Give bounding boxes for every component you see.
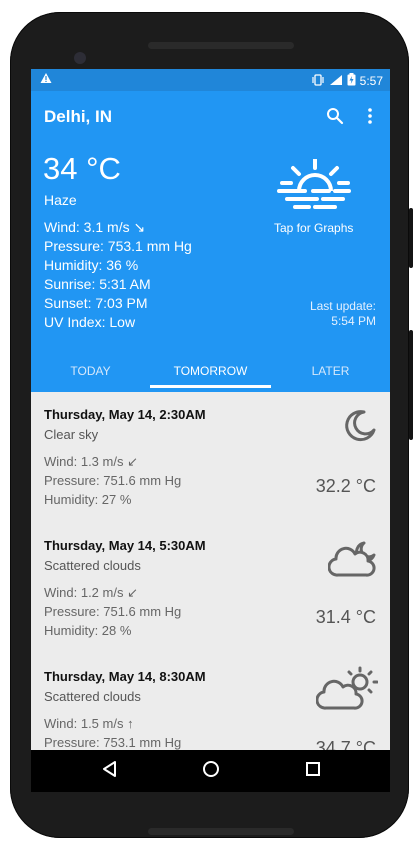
sunset-text: Sunset: 7:03 PM bbox=[44, 295, 148, 311]
current-weather-header[interactable]: Delhi, IN 34 °C Haze Wind: 3.1 m/s ↘ Pre… bbox=[31, 91, 390, 392]
forecast-info: Wind: 1.2 m/s ↙ Pressure: 751.6 mm Hg Hu… bbox=[44, 583, 181, 640]
wind-text: Wind: 3.1 m/s ↘ bbox=[44, 219, 146, 235]
forecast-condition: Scattered clouds bbox=[44, 558, 141, 573]
power-button bbox=[409, 330, 413, 440]
last-update: Last update: 5:54 PM bbox=[310, 299, 376, 329]
forecast-pressure: Pressure: 751.6 mm Hg bbox=[44, 604, 182, 619]
status-bar: 5:57 bbox=[31, 69, 390, 91]
current-temperature: 34 °C bbox=[43, 151, 121, 186]
city-title: Delhi, IN bbox=[44, 107, 113, 126]
forecast-condition: Scattered clouds bbox=[44, 689, 141, 704]
warning-triangle-icon bbox=[40, 72, 52, 87]
sunrise-text: Sunrise: 5:31 AM bbox=[44, 276, 151, 292]
cloud-moon-icon bbox=[327, 539, 378, 584]
last-update-time: 5:54 PM bbox=[331, 314, 376, 328]
forecast-pressure: Pressure: 751.6 mm Hg bbox=[44, 473, 182, 488]
forecast-title: Thursday, May 14, 5:30AM bbox=[44, 538, 206, 553]
tap-for-graphs-label[interactable]: Tap for Graphs bbox=[274, 221, 353, 235]
tab-today[interactable]: TODAY bbox=[31, 350, 150, 392]
system-nav-bar bbox=[31, 750, 390, 792]
tab-later[interactable]: LATER bbox=[271, 350, 390, 392]
status-time: 5:57 bbox=[359, 74, 383, 88]
moon-icon bbox=[342, 408, 378, 449]
humidity-text: Humidity: 36 % bbox=[44, 257, 139, 273]
overflow-menu-icon[interactable] bbox=[367, 107, 373, 130]
forecast-temperature: 32.2 °C bbox=[315, 476, 376, 496]
forecast-list[interactable]: Thursday, May 14, 2:30AM Clear sky Wind:… bbox=[31, 392, 390, 750]
forecast-temperature: 34.7 °C bbox=[315, 738, 376, 750]
forecast-temperature: 31.4 °C bbox=[315, 607, 376, 627]
forecast-info: Wind: 1.5 m/s ↑ Pressure: 753.1 mm Hg bbox=[44, 714, 181, 750]
signal-4g-icon bbox=[329, 74, 343, 89]
forecast-pressure: Pressure: 753.1 mm Hg bbox=[44, 735, 182, 750]
bottom-speaker bbox=[148, 828, 294, 835]
current-details: Wind: 3.1 m/s ↘ Pressure: 753.1 mm Hg Hu… bbox=[44, 218, 192, 332]
list-item[interactable]: Thursday, May 14, 2:30AM Clear sky Wind:… bbox=[31, 392, 390, 524]
forecast-title: Thursday, May 14, 8:30AM bbox=[44, 669, 206, 684]
volume-button bbox=[409, 208, 413, 268]
earpiece bbox=[148, 42, 294, 49]
back-icon[interactable] bbox=[101, 760, 119, 783]
front-camera bbox=[74, 52, 86, 64]
forecast-wind: Wind: 1.5 m/s ↑ bbox=[44, 716, 134, 731]
forecast-wind: Wind: 1.2 m/s ↙ bbox=[44, 585, 138, 600]
last-update-label: Last update: bbox=[309, 299, 376, 313]
cloud-sun-icon bbox=[315, 666, 379, 719]
search-icon[interactable] bbox=[326, 107, 344, 130]
forecast-condition: Clear sky bbox=[44, 427, 99, 442]
app-screen: 5:57 Delhi, IN 34 °C Haze Wind: 3.1 m/s … bbox=[31, 69, 390, 750]
vibrate-icon bbox=[311, 73, 325, 89]
uv-index-text: UV Index: Low bbox=[44, 314, 136, 330]
current-description: Haze bbox=[44, 192, 77, 208]
list-item[interactable]: Thursday, May 14, 8:30AM Scattered cloud… bbox=[31, 654, 390, 750]
home-icon[interactable] bbox=[202, 760, 220, 783]
forecast-title: Thursday, May 14, 2:30AM bbox=[44, 407, 206, 422]
battery-charging-icon bbox=[347, 73, 356, 89]
forecast-info: Wind: 1.3 m/s ↙ Pressure: 751.6 mm Hg Hu… bbox=[44, 452, 181, 509]
forecast-wind: Wind: 1.3 m/s ↙ bbox=[44, 454, 138, 469]
forecast-humidity: Humidity: 27 % bbox=[44, 492, 132, 507]
forecast-humidity: Humidity: 28 % bbox=[44, 623, 132, 638]
pressure-text: Pressure: 753.1 mm Hg bbox=[44, 238, 192, 254]
recents-icon[interactable] bbox=[304, 760, 322, 783]
list-item[interactable]: Thursday, May 14, 5:30AM Scattered cloud… bbox=[31, 523, 390, 655]
active-tab-indicator bbox=[150, 385, 271, 388]
haze-sun-icon[interactable] bbox=[277, 157, 353, 224]
